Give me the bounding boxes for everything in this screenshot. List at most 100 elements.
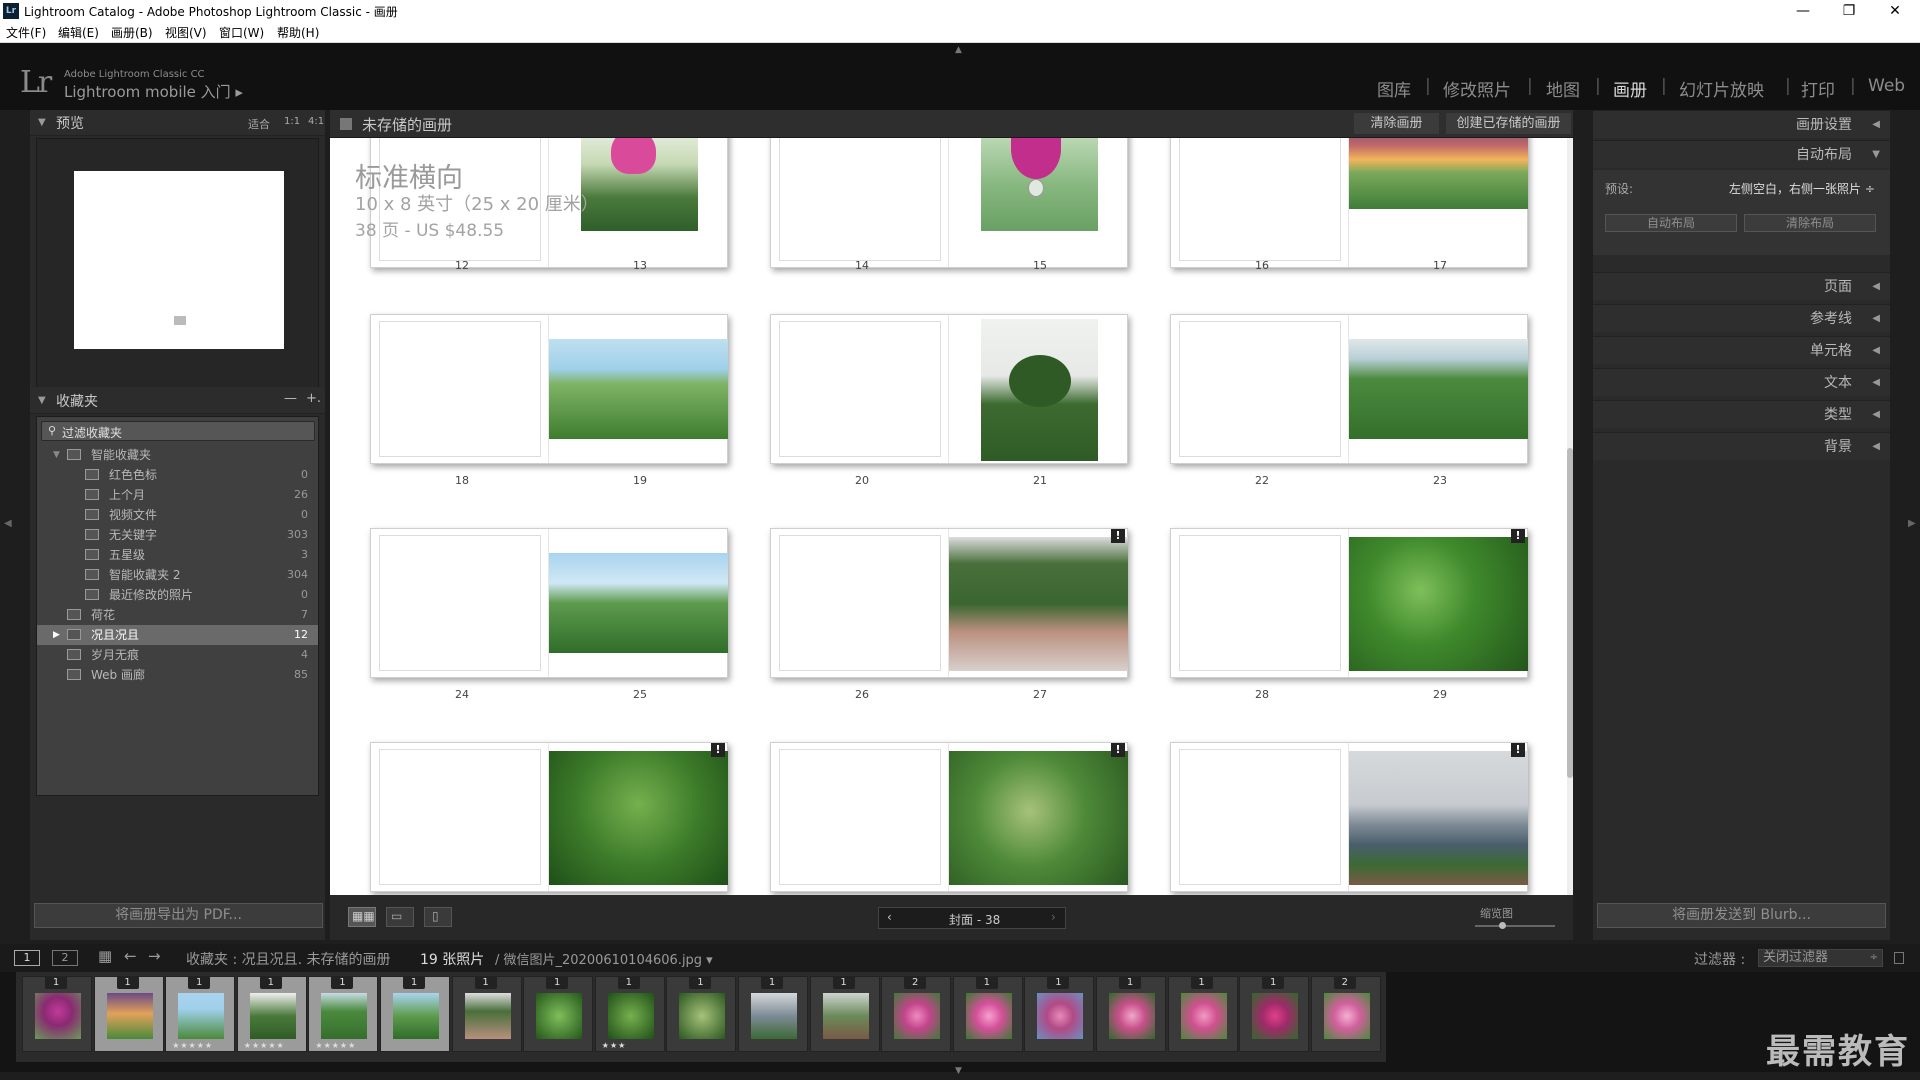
zoom-fit[interactable]: 适合 [248, 116, 270, 132]
next-page-icon[interactable]: › [1051, 910, 1056, 924]
export-pdf-button[interactable]: 将画册导出为 PDF... [34, 903, 323, 928]
book-spread[interactable] [370, 528, 728, 678]
menu-edit[interactable]: 编辑(E) [58, 24, 99, 41]
close-button[interactable]: ✕ [1872, 1, 1918, 21]
collection-item[interactable]: ▼ 智能收藏夹 [37, 445, 318, 465]
collapse-bottom-icon[interactable]: ▼ [955, 1066, 962, 1076]
zoom-4-1[interactable]: 4:1 [308, 116, 324, 127]
remove-collection-button[interactable]: — [284, 391, 297, 406]
menu-view[interactable]: 视图(V) [165, 24, 207, 41]
filmstrip-source-path[interactable]: 收藏夹 : 况且况且. 未存储的画册 [186, 949, 391, 969]
book-spread[interactable]: ! [1170, 742, 1528, 892]
section-text[interactable]: 文本 ◀ [1593, 368, 1890, 396]
book-spread[interactable] [770, 138, 1128, 268]
menu-window[interactable]: 窗口(W) [219, 24, 264, 41]
menu-help[interactable]: 帮助(H) [277, 24, 319, 41]
filmstrip-thumbnail[interactable]: 1 [523, 976, 594, 1052]
prev-page-icon[interactable]: ‹ [887, 910, 892, 924]
filmstrip-thumbnail[interactable]: 1 [22, 976, 92, 1052]
collection-item[interactable]: 视频文件 0 [37, 505, 318, 525]
collection-item[interactable]: Web 画廊 85 [37, 665, 318, 685]
forward-arrow-icon[interactable]: → [148, 947, 161, 965]
filmstrip-thumbnail[interactable]: 1 [1239, 976, 1310, 1052]
filmstrip-thumbnail[interactable]: 1 [738, 976, 808, 1052]
thumbnail-size-slider[interactable] [1475, 922, 1555, 929]
filmstrip-thumbnail[interactable]: 1 [1167, 976, 1238, 1052]
zoom-1-1[interactable]: 1:1 [284, 116, 300, 127]
filmstrip-thumbnail[interactable]: 1 [666, 976, 737, 1052]
section-type[interactable]: 类型 ◀ [1593, 400, 1890, 428]
book-spread[interactable]: ! [770, 742, 1128, 892]
book-spread[interactable]: ! [1170, 528, 1528, 678]
filmstrip-thumbnail[interactable]: 1 ★★★ [594, 976, 665, 1052]
menu-book[interactable]: 画册(B) [111, 24, 153, 41]
collapse-top-icon[interactable]: ▲ [955, 45, 962, 55]
send-to-blurb-button[interactable]: 将画册发送到 Blurb... [1597, 903, 1886, 928]
filmstrip-thumbnail[interactable]: 2 [1310, 976, 1381, 1052]
filter-select[interactable]: 关闭过滤器 ÷ [1758, 949, 1883, 967]
main-screen-button[interactable]: 1 [14, 950, 40, 966]
module-develop[interactable]: 修改照片 [1443, 76, 1511, 101]
create-saved-book-button[interactable]: 创建已存储的画册 [1446, 113, 1571, 134]
book-spread[interactable] [370, 314, 728, 464]
clear-book-button[interactable]: 清除画册 [1354, 113, 1439, 134]
filter-lock-icon[interactable] [1894, 952, 1904, 964]
auto-layout-button[interactable]: 自动布局 [1605, 214, 1737, 232]
section-book-settings[interactable]: 画册设置 ◀ [1593, 110, 1890, 138]
vertical-scrollbar[interactable] [1567, 138, 1573, 895]
collection-item[interactable]: 五星级 3 [37, 545, 318, 565]
restore-button[interactable]: ❐ [1826, 1, 1872, 21]
section-auto-layout[interactable]: 自动布局 ▼ [1593, 140, 1890, 168]
collection-item[interactable]: ▶ 况且况且 12 [37, 625, 318, 645]
book-workspace[interactable]: 标准横向 10 x 8 英寸（25 x 20 厘米） 38 页 - US $48… [330, 138, 1573, 895]
filmstrip-thumbnail[interactable]: 1 [952, 976, 1023, 1052]
module-library[interactable]: 图库 [1377, 76, 1411, 101]
module-web[interactable]: Web [1868, 76, 1905, 96]
collection-item[interactable]: 岁月无痕 4 [37, 645, 318, 665]
section-cell[interactable]: 单元格 ◀ [1593, 336, 1890, 364]
minimize-button[interactable]: — [1780, 1, 1826, 21]
module-map[interactable]: 地图 [1546, 76, 1580, 101]
filmstrip-thumbnail[interactable]: 1 [380, 976, 450, 1052]
section-guides[interactable]: 参考线 ◀ [1593, 304, 1890, 332]
section-page[interactable]: 页面 ◀ [1593, 272, 1890, 300]
collection-item[interactable]: 荷花 7 [37, 605, 318, 625]
book-spread[interactable]: ! [370, 742, 728, 892]
second-screen-button[interactable]: 2 [52, 950, 78, 966]
book-spread[interactable] [770, 314, 1128, 464]
collection-filter-input[interactable]: ⚲ 过滤收藏夹 [41, 421, 315, 441]
collection-item[interactable]: 最近修改的照片 0 [37, 585, 318, 605]
preview-header[interactable]: ▼ 预览 适合 1:1 4:1 [30, 110, 325, 136]
collection-item[interactable]: 智能收藏夹 2 304 [37, 565, 318, 585]
module-slideshow[interactable]: 幻灯片放映 [1679, 76, 1764, 101]
filmstrip-thumbnail[interactable]: 2 [881, 976, 952, 1052]
collection-item[interactable]: 红色色标 0 [37, 465, 318, 485]
book-spread[interactable] [1170, 314, 1528, 464]
scrollbar-thumb[interactable] [1567, 448, 1573, 778]
module-book[interactable]: 画册 [1613, 76, 1647, 101]
navigator-preview[interactable] [36, 138, 319, 413]
collections-header-bar[interactable]: ▼ 收藏夹 — +. [30, 388, 325, 414]
spread-view-button[interactable]: ▭ [386, 907, 414, 927]
filmstrip-thumbnail[interactable]: 1 [809, 976, 880, 1052]
filmstrip-thumbnail[interactable]: 1 ★★★★★ [236, 976, 307, 1052]
book-spread[interactable]: ! [770, 528, 1128, 678]
section-background[interactable]: 背景 ◀ [1593, 432, 1890, 460]
filmstrip-thumbnail[interactable]: 1 [451, 976, 522, 1052]
filmstrip-thumbnail[interactable]: 1 [1024, 976, 1095, 1052]
multi-page-view-button[interactable]: ▦▦ [348, 907, 376, 927]
preset-select[interactable]: 左侧空白，右侧一张照片 ÷ [1729, 180, 1875, 197]
grid-view-icon[interactable]: ▦ [98, 947, 112, 965]
collection-item[interactable]: 无关键字 303 [37, 525, 318, 545]
lightroom-mobile-link[interactable]: Lightroom mobile 入门 ▸ [64, 81, 243, 102]
collection-item[interactable]: 上个月 26 [37, 485, 318, 505]
left-collapse-icon[interactable]: ◀ [4, 518, 12, 529]
disclosure-triangle-icon[interactable]: ▼ [53, 445, 60, 465]
module-print[interactable]: 打印 [1801, 76, 1835, 101]
add-collection-button[interactable]: +. [306, 391, 321, 406]
menu-file[interactable]: 文件(F) [6, 24, 46, 41]
slider-thumb[interactable] [1499, 922, 1506, 929]
filmstrip-thumbnail[interactable]: 1 [1096, 976, 1166, 1052]
filmstrip-thumbnail[interactable]: 1 ★★★★★ [308, 976, 379, 1052]
right-collapse-icon[interactable]: ▶ [1908, 518, 1916, 529]
